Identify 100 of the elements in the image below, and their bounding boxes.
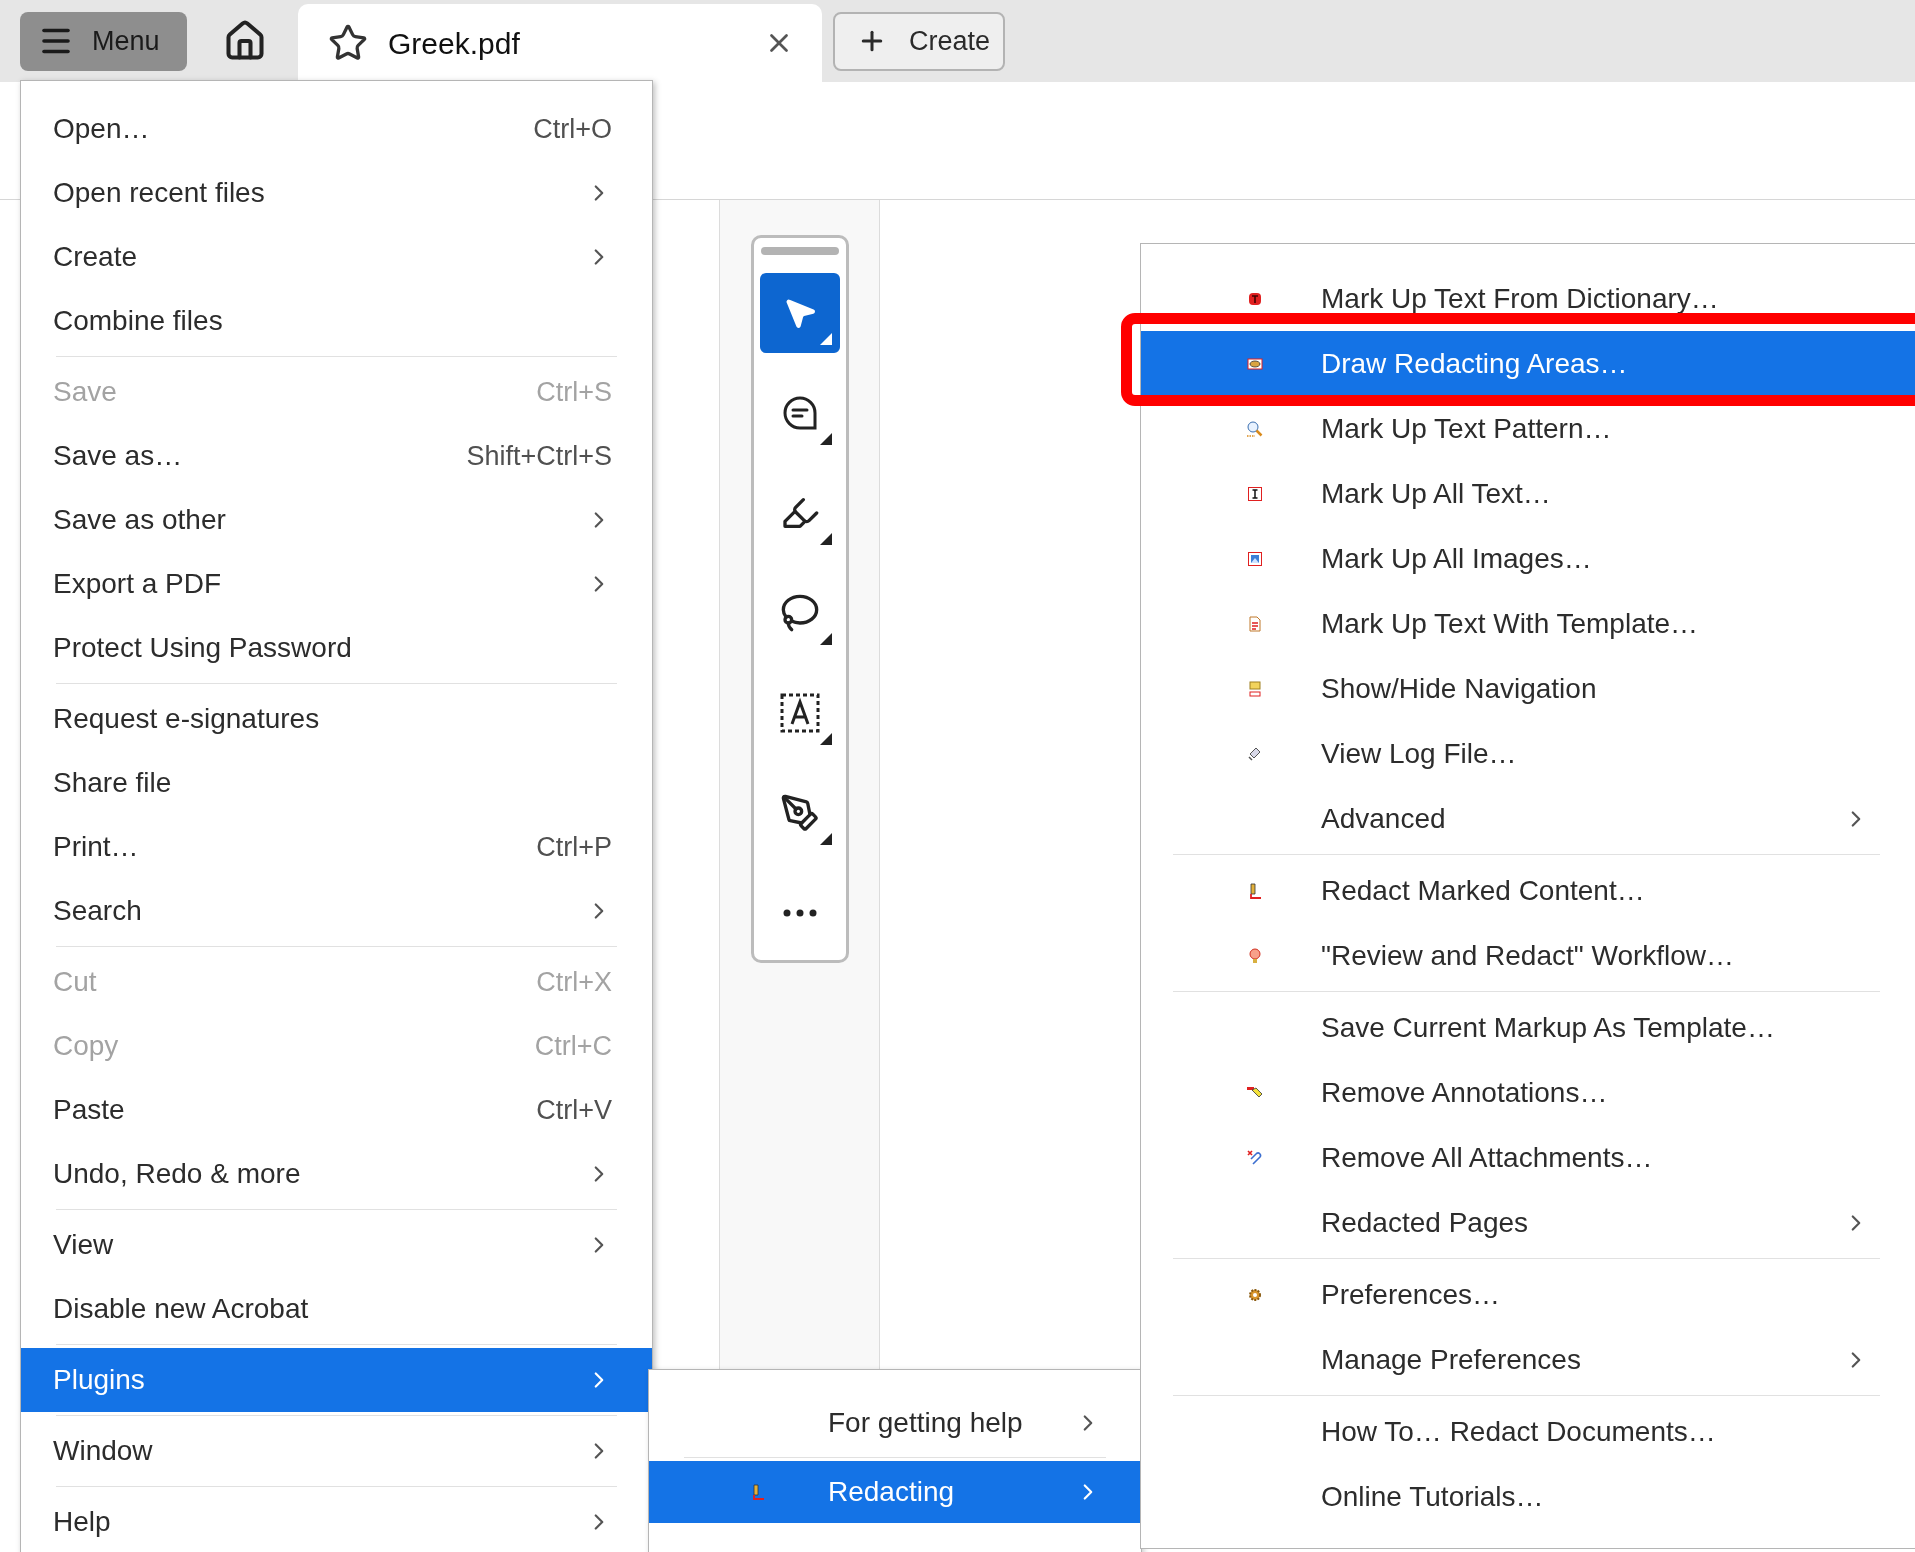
text-frame-icon [1246,484,1264,503]
create-button[interactable]: Create [833,11,1005,71]
text-box-icon [779,692,821,734]
menu-item[interactable]: Share file [21,751,652,815]
menu-item-label: Save as… [53,439,183,473]
menu-item-label: Cut [53,965,97,999]
menu-item[interactable]: Save as… Shift+Ctrl+S [21,424,652,488]
menu-item-label: Window [53,1434,153,1468]
menu-item-label: Show/Hide Navigation [1321,671,1598,706]
menu-item[interactable]: Online Tutorials… [1141,1464,1915,1529]
menu-item-label: How To… Redact Documents… [1321,1414,1717,1449]
menu-item[interactable]: Redacting [649,1461,1141,1523]
menu-item-label: Mark Up Text With Template… [1321,606,1700,641]
menu-item-label: Plugins [53,1363,145,1397]
menu-item[interactable]: Mark Up All Text… [1141,461,1915,526]
menu-item[interactable]: Help [21,1490,652,1552]
menu-item[interactable]: Draw Redacting Areas… [1141,331,1915,396]
menu-item[interactable]: Manage Preferences [1141,1327,1915,1392]
menu-item[interactable]: Show/Hide Navigation [1141,656,1915,721]
pen-nib-icon [780,793,820,833]
menu-item-label: Redacting [828,1475,956,1509]
menu-item[interactable]: Advanced [1141,786,1915,851]
corner-triangle-icon [820,633,832,645]
menu-item[interactable]: Disable new Acrobat [21,1277,652,1341]
menu-item-label: Redacted Pages [1321,1205,1530,1240]
menu-item-label: Mark Up Text From Dictionary… [1321,281,1720,316]
menu-item[interactable]: "Review and Redact" Workflow… [1141,923,1915,988]
menu-item[interactable]: Save Current Markup As Template… [1141,995,1915,1060]
menu-item[interactable]: Open… Ctrl+O [21,97,652,161]
menu-item-label: Draw Redacting Areas… [1321,346,1629,381]
menu-item-label: Save as other [53,503,226,537]
paperclip-icon [1246,1148,1264,1167]
menu-item[interactable]: View [21,1213,652,1277]
corner-triangle-icon [820,333,832,345]
menu-item-label: Undo, Redo & more [53,1157,301,1191]
menu-item[interactable]: Mark Up Text With Template… [1141,591,1915,656]
star-icon[interactable] [328,23,368,63]
menu-item[interactable]: Paste Ctrl+V [21,1078,652,1142]
menu-item-label: Mark Up All Text… [1321,476,1552,511]
menu-item-label: Export a PDF [53,567,222,601]
menu-item[interactable]: Undo, Redo & more [21,1142,652,1206]
menu-item-label: Mark Up All Images… [1321,541,1593,576]
menu-button[interactable]: Menu [20,11,187,71]
image-frame-icon [1246,549,1264,568]
lasso-icon [780,593,820,633]
shortcut-label: Ctrl+X [536,965,612,999]
menu-item-label: Remove Annotations… [1321,1075,1609,1110]
menu-item[interactable]: Print… Ctrl+P [21,815,652,879]
menu-item[interactable]: Window [21,1419,652,1483]
menu-item[interactable]: Combine files [21,289,652,353]
menu-item-label: Share file [53,766,172,800]
menu-item-label: Save Current Markup As Template… [1321,1010,1776,1045]
shortcut-label: Ctrl+O [533,112,612,146]
shortcut-label: Ctrl+C [534,1029,612,1063]
menu-item-label: Disable new Acrobat [53,1292,309,1326]
menu-item[interactable]: Protect Using Password [21,616,652,680]
menu-item-label: Create [53,240,138,274]
menu-item-label: Copy [53,1029,119,1063]
menu-item-label: Remove All Attachments… [1321,1140,1654,1175]
menu-item[interactable]: Open recent files [21,161,652,225]
menu-item-label: For getting help [828,1406,1024,1440]
shortcut-label: Shift+Ctrl+S [466,439,612,473]
menu-item[interactable]: Remove All Attachments… [1141,1125,1915,1190]
menu-item-label: Protect Using Password [53,631,352,665]
menu-item[interactable]: Export a PDF [21,552,652,616]
menu-item[interactable]: Mark Up Text From Dictionary… [1141,266,1915,331]
drag-handle[interactable] [761,247,839,255]
tab-title: Greek.pdf [388,25,521,62]
menu-item-label: Open recent files [53,176,265,210]
menu-item-label: Redact Marked Content… [1321,873,1646,908]
menu-item-label: "Review and Redact" Workflow… [1321,938,1736,973]
menu-item-label: View Log File… [1321,736,1518,771]
magnifier-icon [1246,419,1264,438]
menu-item-label: Search [53,894,142,928]
menu-item[interactable]: Create [21,225,652,289]
menu-item[interactable]: Preferences… [1141,1262,1915,1327]
menu-item-label: Print… [53,830,139,864]
menu-item[interactable]: Mark Up All Images… [1141,526,1915,591]
menu-item-label: Combine files [53,304,223,338]
menu-item[interactable]: Save as other [21,488,652,552]
menu-item-label: View [53,1228,114,1262]
menu-item-label: Help [53,1505,111,1539]
navigation-panel-icon [1246,679,1264,698]
document-lines-icon [1246,614,1264,633]
menu-item-label: Mark Up Text Pattern… [1321,411,1613,446]
menu-item-label: Online Tutorials… [1321,1479,1545,1514]
home-icon[interactable] [223,19,267,63]
menu-item[interactable]: Request e-signatures [21,687,652,751]
menu-item[interactable]: For getting help [649,1392,1141,1454]
menu-item-label: Advanced [1321,801,1447,836]
menu-item[interactable]: How To… Redact Documents… [1141,1399,1915,1464]
menu-item[interactable]: Plugins [21,1348,652,1412]
document-tab[interactable]: Greek.pdf [298,4,822,82]
menu-item[interactable]: Search [21,879,652,943]
menu-item[interactable]: Redacted Pages [1141,1190,1915,1255]
menu-item[interactable]: Mark Up Text Pattern… [1141,396,1915,461]
menu-item[interactable]: View Log File… [1141,721,1915,786]
menu-item[interactable]: Remove Annotations… [1141,1060,1915,1125]
menu-item[interactable]: Redact Marked Content… [1141,858,1915,923]
corner-triangle-icon [820,533,832,545]
